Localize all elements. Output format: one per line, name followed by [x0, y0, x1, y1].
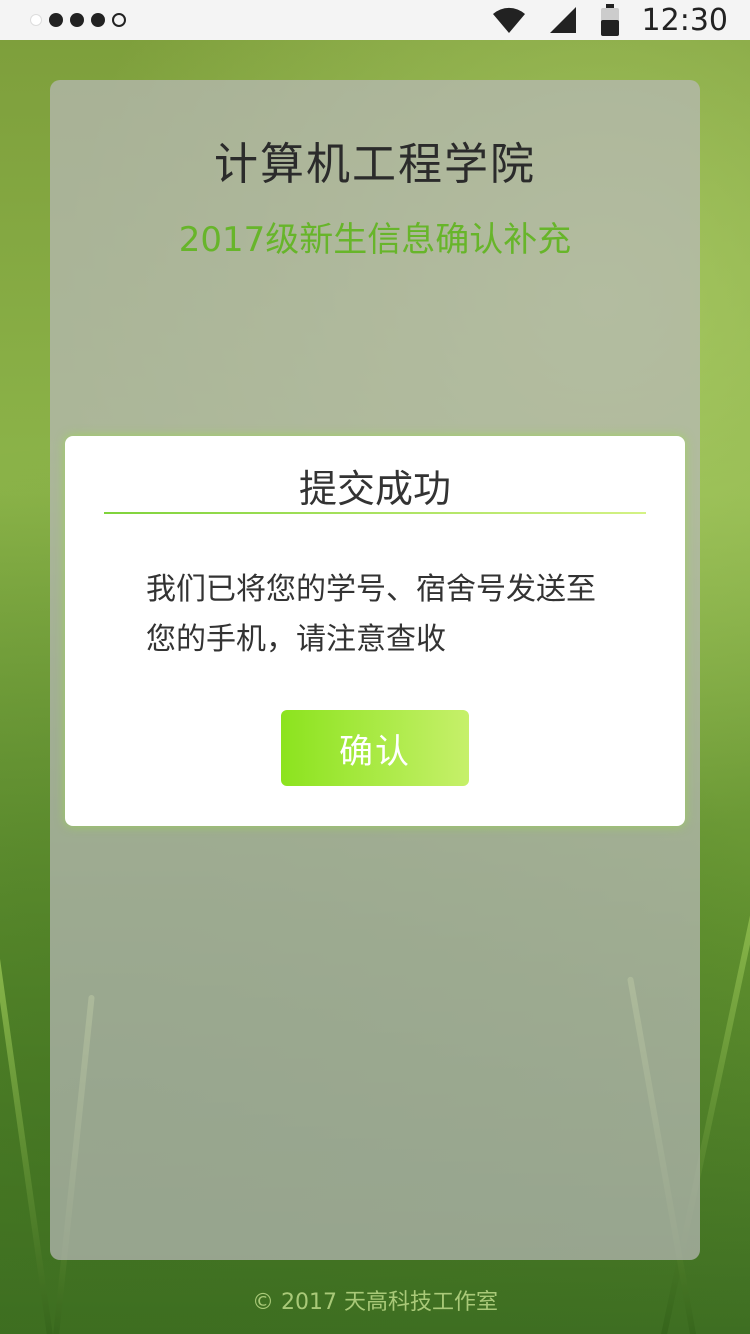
page-subtitle: 2017级新生信息确认补充 [178, 220, 572, 260]
confirm-button[interactable]: 确认 [281, 710, 469, 786]
page-title: 计算机工程学院 [214, 139, 536, 190]
dialog-title: 提交成功 [298, 467, 451, 511]
status-time: 12:30 [641, 2, 728, 38]
dialog-divider [104, 512, 646, 514]
dialog-message: 我们已将您的学号、宿舍号发送至您的手机，请注意查收 [146, 572, 596, 657]
cell-signal-dots-icon [30, 13, 126, 27]
footer-copyright: © 2017 天高科技工作室 [252, 1290, 498, 1315]
wifi-icon [492, 7, 525, 33]
grass-blade-decoration [0, 935, 56, 1334]
status-bar: 12:30 [0, 0, 750, 40]
cell-signal-icon [549, 7, 576, 33]
battery-icon [600, 4, 619, 36]
